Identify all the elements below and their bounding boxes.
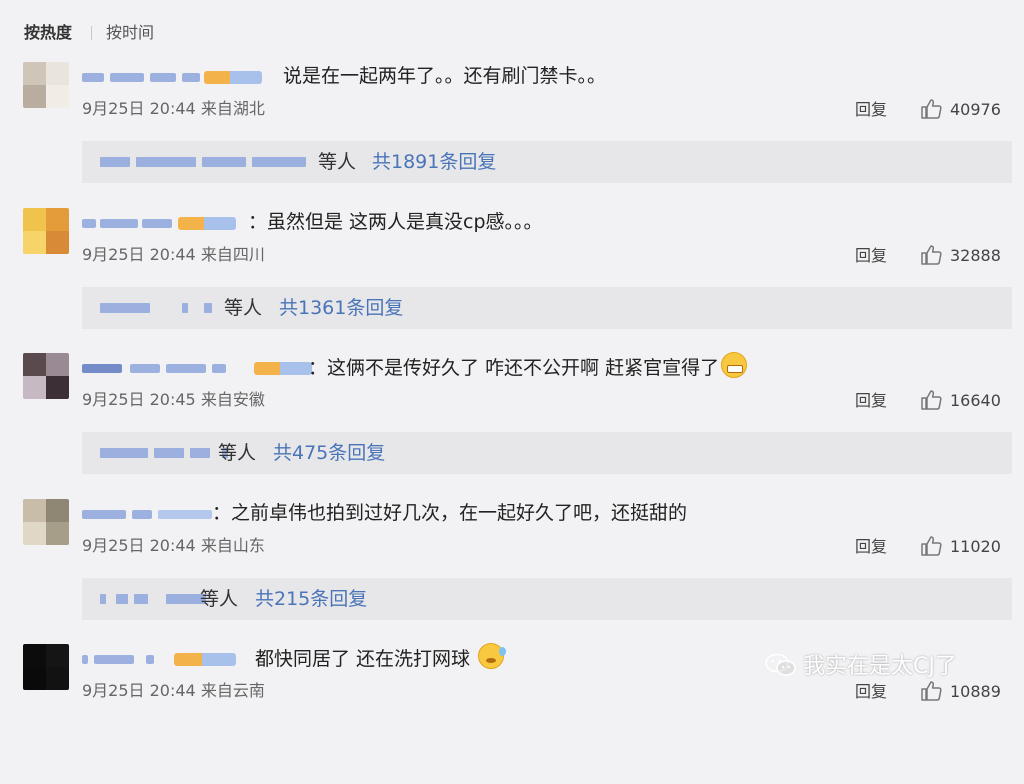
sort-bar: 按热度 按时间 xyxy=(0,0,1024,58)
comment-text: ：这俩不是传好久了 咋还不公开啊 赶紧官宣得了 xyxy=(308,352,748,383)
comment-date: 9月25日 20:44 xyxy=(82,245,196,264)
comment-location: 来自山东 xyxy=(200,536,265,555)
reply-button[interactable]: 回复 xyxy=(855,390,887,412)
grinning-emoji-icon xyxy=(721,352,748,378)
reply-summary[interactable]: 等人 共215条回复 xyxy=(82,578,1012,620)
comment-item: ：这俩不是传好久了 咋还不公开啊 赶紧官宣得了 9月25日 20:45 来自安徽… xyxy=(0,348,1024,493)
sort-by-time-tab[interactable]: 按时间 xyxy=(106,22,154,44)
reply-summary[interactable]: 等人 共1361条回复 xyxy=(82,287,1012,329)
reply-button[interactable]: 回复 xyxy=(855,245,887,267)
reply-users-suffix: 等人 xyxy=(318,151,357,173)
comment-location: 来自湖北 xyxy=(200,99,265,118)
comment-location: 来自四川 xyxy=(200,245,265,264)
reply-users-suffix: 等人 xyxy=(218,442,257,464)
reply-users-suffix: 等人 xyxy=(200,588,239,610)
username-blurred[interactable] xyxy=(82,213,272,235)
reply-button[interactable]: 回复 xyxy=(855,681,887,703)
thumbs-up-icon xyxy=(921,681,942,701)
sort-by-hot-tab[interactable]: 按热度 xyxy=(24,22,72,44)
wechat-watermark: 我实在是太CJ了 xyxy=(765,652,957,682)
comment-item: ：虽然但是 这两人是真没cp感。。。 9月25日 20:44 来自四川 回复 3… xyxy=(0,203,1024,348)
reply-count-link[interactable]: 共475条回复 xyxy=(273,440,385,466)
reply-button[interactable]: 回复 xyxy=(855,99,887,121)
comment-location: 来自安徽 xyxy=(200,390,265,409)
comment-item: 说是在一起两年了。。还有刷门禁卡。。 9月25日 20:44 来自湖北 回复 4… xyxy=(0,57,1024,202)
like-count: 40976 xyxy=(950,100,1001,119)
comment-date: 9月25日 20:44 xyxy=(82,681,196,700)
comment-meta: 9月25日 20:45 来自安徽 xyxy=(82,389,265,411)
username-blurred[interactable] xyxy=(82,67,272,89)
avatar[interactable] xyxy=(23,644,69,690)
username-blurred[interactable] xyxy=(82,358,312,380)
sleepy-emoji-icon xyxy=(478,643,507,669)
comment-text: 都快同居了 还在洗打网球 xyxy=(255,643,507,674)
like-count: 32888 xyxy=(950,246,1001,265)
reply-summary[interactable]: 等人 共475条回复 xyxy=(82,432,1012,474)
reply-summary[interactable]: 等人 共1891条回复 xyxy=(82,141,1012,183)
comment-meta: 9月25日 20:44 来自湖北 xyxy=(82,98,265,120)
avatar[interactable] xyxy=(23,62,69,108)
reply-count-link[interactable]: 共1891条回复 xyxy=(372,149,496,175)
reply-count-link[interactable]: 共1361条回复 xyxy=(279,295,403,321)
comment-meta: 9月25日 20:44 来自四川 xyxy=(82,244,265,266)
like-count: 11020 xyxy=(950,537,1001,556)
avatar[interactable] xyxy=(23,353,69,399)
avatar[interactable] xyxy=(23,208,69,254)
wechat-logo-icon xyxy=(765,653,796,676)
comment-text: 说是在一起两年了。。还有刷门禁卡。。 xyxy=(283,65,607,87)
thumbs-up-icon xyxy=(921,245,942,265)
reply-count-link[interactable]: 共215条回复 xyxy=(255,586,367,612)
reply-users-suffix: 等人 xyxy=(224,297,263,319)
comment-date: 9月25日 20:45 xyxy=(82,390,196,409)
watermark-text: 我实在是太CJ了 xyxy=(803,654,957,679)
reply-button[interactable]: 回复 xyxy=(855,536,887,558)
username-blurred[interactable] xyxy=(82,649,272,671)
thumbs-up-icon xyxy=(921,536,942,556)
like-count: 16640 xyxy=(950,391,1001,410)
comment-location: 来自云南 xyxy=(200,681,265,700)
comment-item: ：之前卓伟也拍到过好几次，在一起好久了吧，还挺甜的 9月25日 20:44 来自… xyxy=(0,494,1024,639)
like-count: 10889 xyxy=(950,682,1001,701)
comment-text: ：之前卓伟也拍到过好几次，在一起好久了吧，还挺甜的 xyxy=(212,502,688,524)
comment-meta: 9月25日 20:44 来自山东 xyxy=(82,535,265,557)
avatar[interactable] xyxy=(23,499,69,545)
comment-date: 9月25日 20:44 xyxy=(82,99,196,118)
comment-date: 9月25日 20:44 xyxy=(82,536,196,555)
comment-text: ：虽然但是 这两人是真没cp感。。。 xyxy=(248,211,543,233)
thumbs-up-icon xyxy=(921,99,942,119)
sort-divider xyxy=(91,26,92,40)
comment-meta: 9月25日 20:44 来自云南 xyxy=(82,680,265,702)
thumbs-up-icon xyxy=(921,390,942,410)
